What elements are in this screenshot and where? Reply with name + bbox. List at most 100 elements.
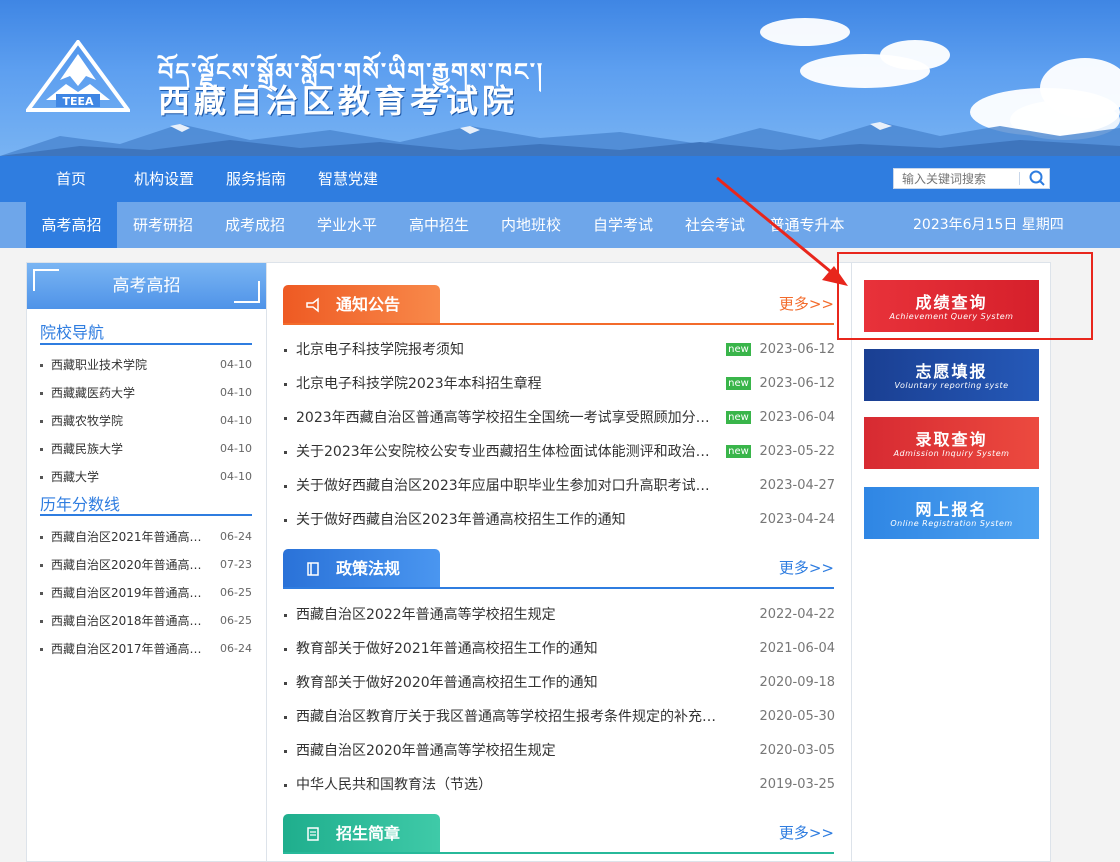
news-row[interactable]: 教育部关于做好2020年普通高校招生工作的通知 2020-09-18 bbox=[284, 666, 835, 700]
admission-query-button[interactable]: 录取查询 Admission Inquiry System bbox=[864, 417, 1039, 469]
section-title-score-lines[interactable]: 历年分数线 bbox=[40, 491, 120, 515]
list-item[interactable]: 西藏职业技术学院 04-10 bbox=[40, 354, 252, 376]
bullet bbox=[40, 392, 43, 395]
list-item-date: 06-24 bbox=[220, 530, 252, 543]
bullet bbox=[284, 750, 287, 753]
news-date: 2023-06-12 bbox=[759, 376, 835, 391]
tab-brochures[interactable]: 招生简章 bbox=[283, 814, 440, 853]
new-badge: new bbox=[726, 445, 751, 458]
news-row[interactable]: 西藏自治区教育厅关于我区普通高等学校招生报考条件规定的补充通知 2020-05-3… bbox=[284, 700, 835, 734]
bullet bbox=[40, 564, 43, 567]
nav-upgrade-exam[interactable]: 普通专升本 bbox=[761, 202, 853, 248]
list-item-date: 04-10 bbox=[220, 470, 252, 483]
list-item-date: 04-10 bbox=[220, 358, 252, 371]
list-item-text[interactable]: 西藏藏医药大学 bbox=[51, 382, 211, 404]
nav-organization[interactable]: 机构设置 bbox=[134, 156, 194, 202]
more-link[interactable]: 更多>> bbox=[779, 822, 834, 843]
button-subtitle: Admission Inquiry System bbox=[893, 449, 1010, 458]
list-item-text[interactable]: 西藏自治区2021年普通高等学校招生录取分数线 bbox=[51, 526, 211, 548]
book-icon bbox=[307, 562, 319, 576]
bullet bbox=[284, 784, 287, 787]
bullet bbox=[284, 349, 287, 352]
more-link[interactable]: 更多>> bbox=[779, 293, 834, 314]
current-date: 2023年6月15日 星期四 bbox=[913, 217, 1064, 233]
news-row[interactable]: 关于2023年公安院校公安专业西藏招生体检面试体能测评和政治考察工作的通知 new… bbox=[284, 435, 835, 469]
news-row[interactable]: 北京电子科技学院2023年本科招生章程 new 2023-06-12 bbox=[284, 367, 835, 401]
list-item[interactable]: 西藏民族大学 04-10 bbox=[40, 438, 252, 460]
list-item-text[interactable]: 西藏农牧学院 bbox=[51, 410, 211, 432]
list-item-date: 04-10 bbox=[220, 442, 252, 455]
list-item[interactable]: 西藏自治区2021年普通高等学校招生录取分数线 06-24 bbox=[40, 526, 252, 548]
news-date: 2023-06-04 bbox=[759, 410, 835, 425]
highlight-box bbox=[837, 252, 1093, 340]
news-date: 2020-09-18 bbox=[759, 675, 835, 690]
news-title[interactable]: 北京电子科技学院报考须知 bbox=[296, 333, 718, 367]
bullet bbox=[284, 682, 287, 685]
section-title-school-nav[interactable]: 院校导航 bbox=[40, 319, 104, 343]
list-item[interactable]: 西藏自治区2020年普通高等学校招生录取分数线 07-23 bbox=[40, 554, 252, 576]
nav-academic-level[interactable]: 学业水平 bbox=[301, 202, 393, 248]
list-item[interactable]: 西藏自治区2019年普通高等学校招生录取分数线 06-25 bbox=[40, 582, 252, 604]
news-title[interactable]: 北京电子科技学院2023年本科招生章程 bbox=[296, 367, 718, 401]
news-title[interactable]: 关于2023年公安院校公安专业西藏招生体检面试体能测评和政治考察工作的通知 bbox=[296, 435, 718, 469]
cloud-decoration bbox=[880, 40, 950, 70]
nav-adult-exam[interactable]: 成考成招 bbox=[209, 202, 301, 248]
list-item-date: 06-25 bbox=[220, 614, 252, 627]
news-title[interactable]: 中华人民共和国教育法（节选） bbox=[296, 768, 718, 802]
nav-inland-class[interactable]: 内地班校 bbox=[485, 202, 577, 248]
news-row[interactable]: 2023年西藏自治区普通高等学校招生全国统一考试享受照顾加分考生名单公示 new 2… bbox=[284, 401, 835, 435]
list-item[interactable]: 西藏自治区2017年普通高等学校招生录取分数线 06-24 bbox=[40, 638, 252, 660]
news-row[interactable]: 教育部关于做好2021年普通高校招生工作的通知 2021-06-04 bbox=[284, 632, 835, 666]
list-item-text[interactable]: 西藏自治区2020年普通高等学校招生录取分数线 bbox=[51, 554, 211, 576]
more-link[interactable]: 更多>> bbox=[779, 557, 834, 578]
list-item[interactable]: 西藏农牧学院 04-10 bbox=[40, 410, 252, 432]
news-title[interactable]: 关于做好西藏自治区2023年普通高校招生工作的通知 bbox=[296, 503, 718, 537]
nav-highschool-admission[interactable]: 高中招生 bbox=[393, 202, 485, 248]
list-item-text[interactable]: 西藏大学 bbox=[51, 466, 211, 488]
search-input[interactable] bbox=[894, 169, 1020, 188]
nav-gaokao[interactable]: 高考高招 bbox=[26, 202, 117, 248]
news-title[interactable]: 教育部关于做好2021年普通高校招生工作的通知 bbox=[296, 632, 718, 666]
list-item-text[interactable]: 西藏自治区2018年普通高等学校招生录取分数线 bbox=[51, 610, 211, 632]
news-title[interactable]: 西藏自治区教育厅关于我区普通高等学校招生报考条件规定的补充通知 bbox=[296, 700, 718, 734]
list-item-date: 04-10 bbox=[220, 386, 252, 399]
tab-notices[interactable]: 通知公告 bbox=[283, 285, 440, 324]
news-title[interactable]: 西藏自治区2020年普通高等学校招生规定 bbox=[296, 734, 718, 768]
nav-graduate-exam[interactable]: 研考研招 bbox=[117, 202, 209, 248]
list-item-text[interactable]: 西藏自治区2017年普通高等学校招生录取分数线 bbox=[51, 638, 211, 660]
list-item[interactable]: 西藏藏医药大学 04-10 bbox=[40, 382, 252, 404]
bullet bbox=[284, 648, 287, 651]
sidebar-header: 高考高招 bbox=[27, 263, 266, 309]
news-row[interactable]: 中华人民共和国教育法（节选） 2019-03-25 bbox=[284, 768, 835, 802]
search-icon[interactable] bbox=[1024, 169, 1050, 188]
list-item[interactable]: 西藏自治区2018年普通高等学校招生录取分数线 06-25 bbox=[40, 610, 252, 632]
list-item-text[interactable]: 西藏职业技术学院 bbox=[51, 354, 211, 376]
news-title[interactable]: 2023年西藏自治区普通高等学校招生全国统一考试享受照顾加分考生名单公示 bbox=[296, 401, 718, 435]
corner-ornament bbox=[234, 281, 260, 303]
bullet bbox=[40, 536, 43, 539]
news-row[interactable]: 西藏自治区2020年普通高等学校招生规定 2020-03-05 bbox=[284, 734, 835, 768]
nav-self-study-exam[interactable]: 自学考试 bbox=[577, 202, 669, 248]
list-item-text[interactable]: 西藏民族大学 bbox=[51, 438, 211, 460]
news-title[interactable]: 教育部关于做好2020年普通高校招生工作的通知 bbox=[296, 666, 718, 700]
list-item-text[interactable]: 西藏自治区2019年普通高等学校招生录取分数线 bbox=[51, 582, 211, 604]
news-date: 2023-04-27 bbox=[759, 478, 835, 493]
nav-service-guide[interactable]: 服务指南 bbox=[226, 156, 286, 202]
document-icon bbox=[307, 827, 319, 841]
news-row[interactable]: 关于做好西藏自治区2023年应届中职毕业生参加对口升高职考试招生工作的通知 202… bbox=[284, 469, 835, 503]
news-title[interactable]: 关于做好西藏自治区2023年应届中职毕业生参加对口升高职考试招生工作的通知 bbox=[296, 469, 718, 503]
bullet bbox=[284, 716, 287, 719]
online-registration-button[interactable]: 网上报名 Online Registration System bbox=[864, 487, 1039, 539]
news-title[interactable]: 西藏自治区2022年普通高等学校招生规定 bbox=[296, 598, 718, 632]
list-item[interactable]: 西藏大学 04-10 bbox=[40, 466, 252, 488]
news-row[interactable]: 西藏自治区2022年普通高等学校招生规定 2022-04-22 bbox=[284, 598, 835, 632]
nav-social-exam[interactable]: 社会考试 bbox=[669, 202, 761, 248]
nav-party-building[interactable]: 智慧党建 bbox=[318, 156, 378, 202]
voluntary-report-button[interactable]: 志愿填报 Voluntary reporting syste bbox=[864, 349, 1039, 401]
news-row[interactable]: 北京电子科技学院报考须知 new 2023-06-12 bbox=[284, 333, 835, 367]
tab-policies[interactable]: 政策法规 bbox=[283, 549, 440, 588]
teea-logo[interactable]: TEEA bbox=[26, 40, 130, 114]
news-row[interactable]: 关于做好西藏自治区2023年普通高校招生工作的通知 2023-04-24 bbox=[284, 503, 835, 537]
nav-home[interactable]: 首页 bbox=[56, 156, 86, 202]
bullet bbox=[284, 451, 287, 454]
